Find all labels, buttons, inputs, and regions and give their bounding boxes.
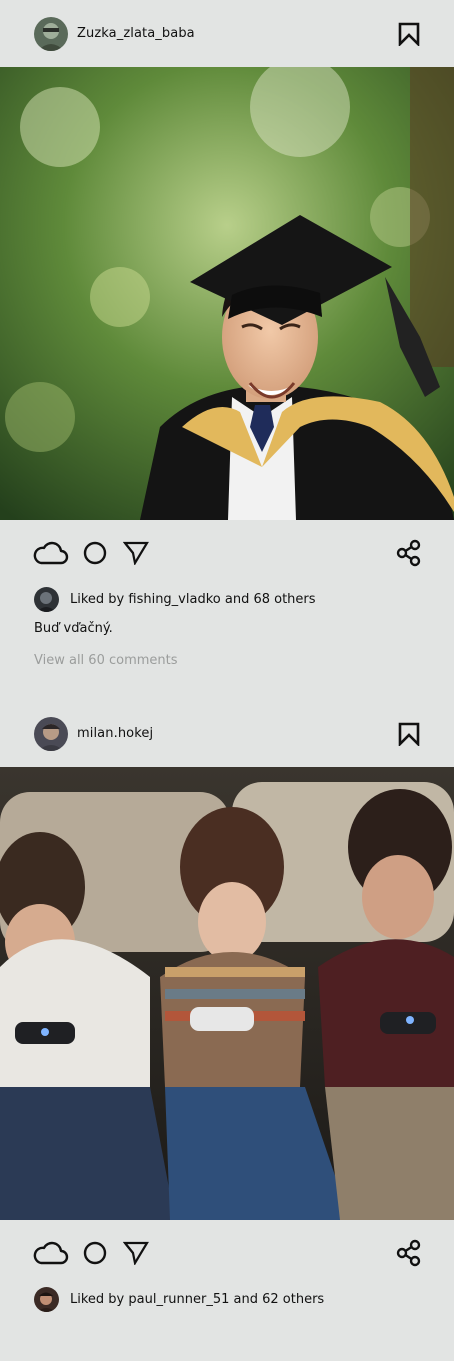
avatar[interactable] (34, 716, 68, 751)
likes-row: Liked by paul_runner_51 and 62 others (0, 1286, 454, 1312)
bookmark-icon[interactable] (398, 722, 420, 748)
post-actions (0, 520, 454, 586)
liker-avatar[interactable] (34, 1286, 59, 1312)
avatar[interactable] (34, 16, 68, 51)
view-comments-link[interactable]: View all 60 comments (0, 653, 454, 673)
post-caption: Buď vďačný. (34, 621, 113, 636)
likes-row: Liked by fishing_vladko and 68 others (0, 586, 454, 612)
circle-icon[interactable] (83, 541, 107, 569)
post: milan.hokej Liked by paul_runner_51 and … (0, 700, 454, 1312)
share-icon[interactable] (396, 1239, 422, 1271)
post-header: Zuzka_zlata_baba (0, 0, 454, 67)
liked-by-text[interactable]: Liked by fishing_vladko and 68 others (70, 592, 316, 607)
send-triangle-icon[interactable] (122, 541, 149, 569)
post-actions (0, 1220, 454, 1286)
send-triangle-icon[interactable] (122, 1241, 149, 1269)
post-username[interactable]: Zuzka_zlata_baba (77, 26, 195, 41)
circle-icon[interactable] (83, 1241, 107, 1269)
post-username[interactable]: milan.hokej (77, 726, 153, 741)
share-icon[interactable] (396, 539, 422, 571)
post-header: milan.hokej (0, 700, 454, 767)
post: Zuzka_zlata_baba Liked by fishing_vladko… (0, 0, 454, 673)
liked-by-text[interactable]: Liked by paul_runner_51 and 62 others (70, 1292, 324, 1307)
feed: Zuzka_zlata_baba Liked by fishing_vladko… (0, 0, 454, 1312)
cloud-icon[interactable] (33, 540, 69, 570)
post-photo[interactable] (0, 67, 454, 520)
liker-avatar[interactable] (34, 586, 59, 612)
cloud-icon[interactable] (33, 1240, 69, 1270)
post-photo[interactable] (0, 767, 454, 1220)
bookmark-icon[interactable] (398, 22, 420, 48)
